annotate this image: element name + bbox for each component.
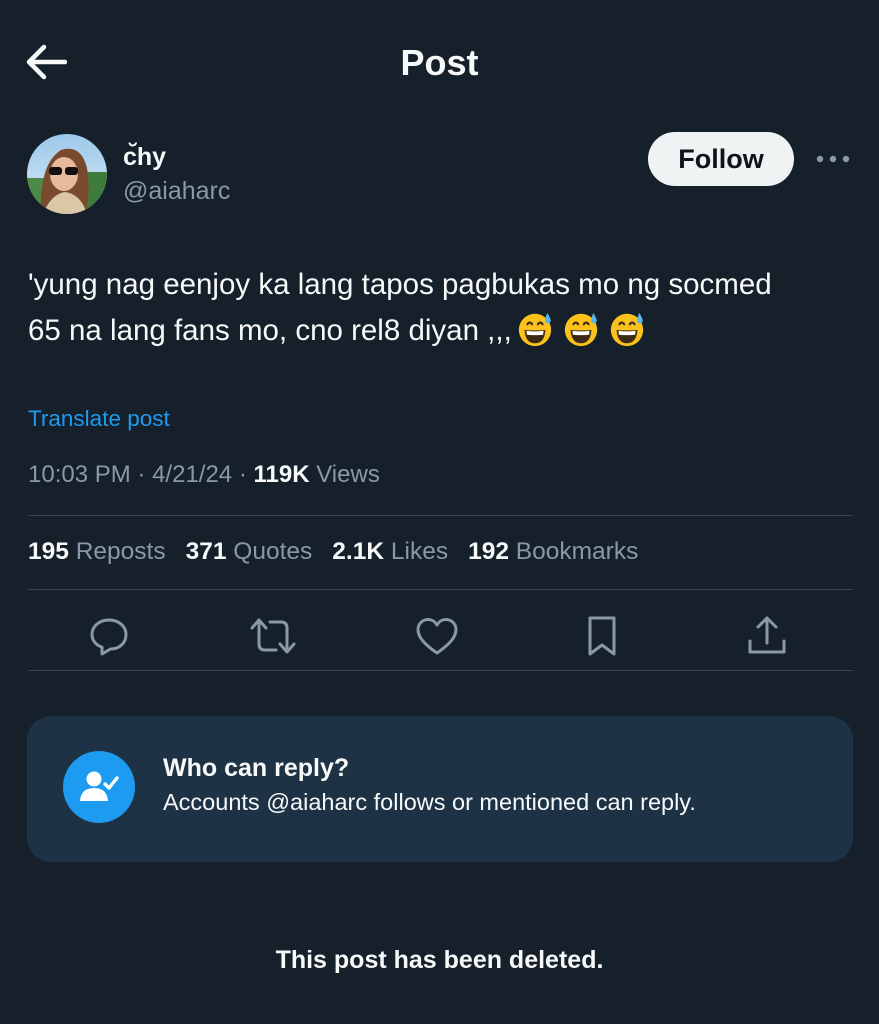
top-bar: Post: [0, 0, 879, 125]
repost-button[interactable]: [245, 608, 301, 664]
quotes-stat[interactable]: 371 Quotes: [186, 538, 313, 566]
engagement-stats: 195 Reposts 371 Quotes 2.1K Likes 192 Bo…: [28, 538, 638, 566]
more-horizontal-icon: [816, 155, 850, 163]
likes-stat[interactable]: 2.1K Likes: [332, 538, 448, 566]
author-handle[interactable]: @aiaharc: [123, 177, 230, 206]
divider: [28, 589, 853, 590]
author-display-name[interactable]: c̆hy: [123, 143, 166, 172]
divider: [28, 515, 853, 516]
divider: [28, 670, 853, 671]
translate-post-link[interactable]: Translate post: [28, 406, 170, 432]
post-metadata: 10:03 PM · 4/21/24 · 119K Views: [28, 461, 380, 489]
avatar-image: [27, 134, 107, 214]
bookmarks-label: Bookmarks: [515, 538, 639, 565]
post-page: Post c̆hy @aiaharc Follow 'yung nag eenj…: [0, 0, 879, 1024]
reply-button[interactable]: [81, 608, 137, 664]
more-options-button[interactable]: [810, 140, 856, 178]
deleted-notice: This post has been deleted.: [275, 946, 604, 974]
post-text: 'yung nag eenjoy ka lang tapos pagbukas …: [28, 262, 858, 354]
bookmark-button[interactable]: [574, 608, 630, 664]
quotes-count: 371: [185, 538, 227, 565]
avatar[interactable]: [27, 134, 107, 214]
likes-label: Likes: [390, 538, 449, 565]
bookmarks-count: 192: [468, 538, 509, 565]
post-text-content: 65 na lang fans mo, cno rel8 diyan ,,,: [28, 314, 512, 347]
like-icon: [416, 618, 458, 655]
page-title: Post: [400, 42, 479, 83]
user-check-badge: [63, 751, 135, 823]
bookmark-icon: [588, 616, 616, 656]
reply-icon: [90, 618, 128, 656]
grinning-face-with-sweat-icon: [518, 312, 551, 347]
quotes-label: Quotes: [233, 538, 313, 565]
meta-separator: ·: [137, 461, 153, 488]
post-text-line: 'yung nag eenjoy ka lang tapos pagbukas …: [28, 268, 772, 301]
reposts-label: Reposts: [75, 538, 166, 565]
action-bar: [0, 608, 879, 664]
share-button[interactable]: [739, 608, 795, 664]
follow-button[interactable]: Follow: [648, 132, 794, 186]
views-label[interactable]: Views: [316, 461, 380, 488]
reposts-count: 195: [28, 538, 69, 565]
post-time[interactable]: 10:03 PM: [28, 461, 131, 488]
post-text-line: 65 na lang fans mo, cno rel8 diyan ,,,: [28, 308, 858, 354]
meta-separator: ·: [238, 461, 254, 488]
post-date[interactable]: 4/21/24: [152, 461, 232, 488]
views-count[interactable]: 119K: [254, 461, 310, 488]
like-button[interactable]: [409, 608, 465, 664]
likes-count: 2.1K: [332, 538, 385, 565]
share-icon: [748, 616, 786, 654]
reply-restriction-card: Who can reply? Accounts @aiaharc follows…: [27, 716, 853, 862]
user-check-icon: [80, 771, 119, 801]
grinning-face-with-sweat-icon: [610, 312, 643, 347]
repost-icon: [250, 618, 296, 654]
reply-restriction-title: Who can reply?: [163, 754, 350, 782]
emoji-group: [516, 310, 646, 348]
reposts-stat[interactable]: 195 Reposts: [28, 538, 166, 566]
reply-restriction-description: Accounts @aiaharc follows or mentioned c…: [163, 789, 696, 815]
bookmarks-stat[interactable]: 192 Bookmarks: [468, 538, 638, 566]
grinning-face-with-sweat-icon: [564, 312, 597, 347]
